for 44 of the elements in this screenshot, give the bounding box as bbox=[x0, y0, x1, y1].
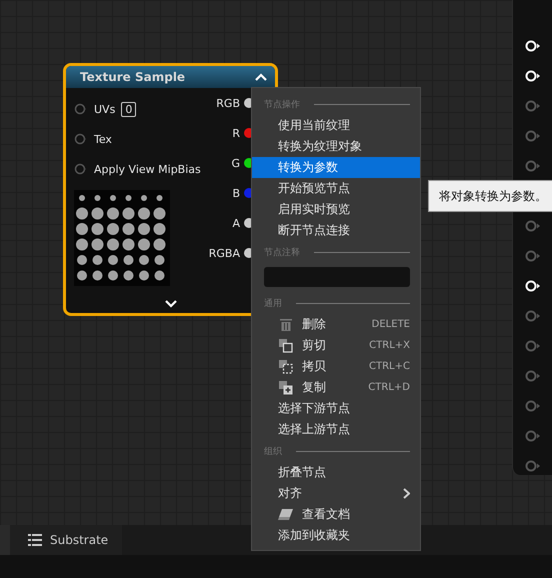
menu-item[interactable]: 删除 DELETE bbox=[252, 314, 420, 335]
shortcut-label: DELETE bbox=[372, 319, 410, 330]
collapse-icon[interactable] bbox=[255, 73, 267, 81]
menu-item[interactable]: 选择上游节点 bbox=[252, 419, 420, 440]
pin-icon[interactable] bbox=[525, 40, 541, 52]
expand-icon[interactable] bbox=[164, 300, 176, 308]
input-pin-icon[interactable] bbox=[74, 163, 88, 175]
pin-label: G bbox=[231, 156, 240, 170]
menu-item[interactable]: 对齐 bbox=[252, 483, 420, 504]
tooltip: 将对象转换为参数。 bbox=[428, 180, 552, 212]
copy-icon bbox=[278, 360, 294, 374]
input-pin-icon[interactable] bbox=[74, 133, 88, 145]
comment-field[interactable] bbox=[264, 267, 410, 287]
trash-icon bbox=[278, 318, 294, 331]
duplicate-icon bbox=[278, 380, 294, 394]
shortcut-label: CTRL+C bbox=[369, 361, 410, 372]
pin-label: Tex bbox=[94, 132, 112, 146]
pin-label: RGB bbox=[216, 96, 240, 110]
pin-icon[interactable] bbox=[525, 280, 541, 292]
pin-label: B bbox=[232, 186, 240, 200]
node-title: Texture Sample bbox=[80, 70, 186, 84]
list-icon bbox=[28, 534, 42, 546]
shortcut-label: CTRL+D bbox=[368, 382, 410, 393]
menu-item[interactable]: 选择下游节点 bbox=[252, 398, 420, 419]
menu-item[interactable]: 折叠节点 bbox=[252, 462, 420, 483]
shortcut-label: CTRL+X bbox=[369, 340, 410, 351]
input-pin-icon[interactable] bbox=[74, 103, 88, 115]
section-header: 组织 bbox=[264, 446, 282, 458]
pin-icon[interactable] bbox=[525, 70, 541, 82]
input-field[interactable]: 0 bbox=[121, 102, 136, 116]
pin-label: Apply View MipBias bbox=[94, 162, 201, 176]
menu-item[interactable]: 剪切 CTRL+X bbox=[252, 335, 420, 356]
menu-item[interactable]: 查看文档 bbox=[252, 504, 420, 525]
pin-label: UVs bbox=[94, 102, 116, 116]
pin-label: A bbox=[232, 216, 240, 230]
substrate-tab[interactable]: Substrate bbox=[0, 525, 122, 555]
menu-item[interactable]: 添加到收藏夹 bbox=[252, 525, 420, 546]
pin-label: R bbox=[232, 126, 240, 140]
menu-item[interactable]: 转换为参数 bbox=[252, 157, 420, 178]
cut-icon bbox=[278, 338, 294, 352]
menu-item[interactable]: 拷贝 CTRL+C bbox=[252, 356, 420, 377]
menu-item[interactable]: 复制 CTRL+D bbox=[252, 377, 420, 398]
pin-label: RGBA bbox=[208, 246, 240, 260]
book-icon bbox=[278, 508, 294, 520]
